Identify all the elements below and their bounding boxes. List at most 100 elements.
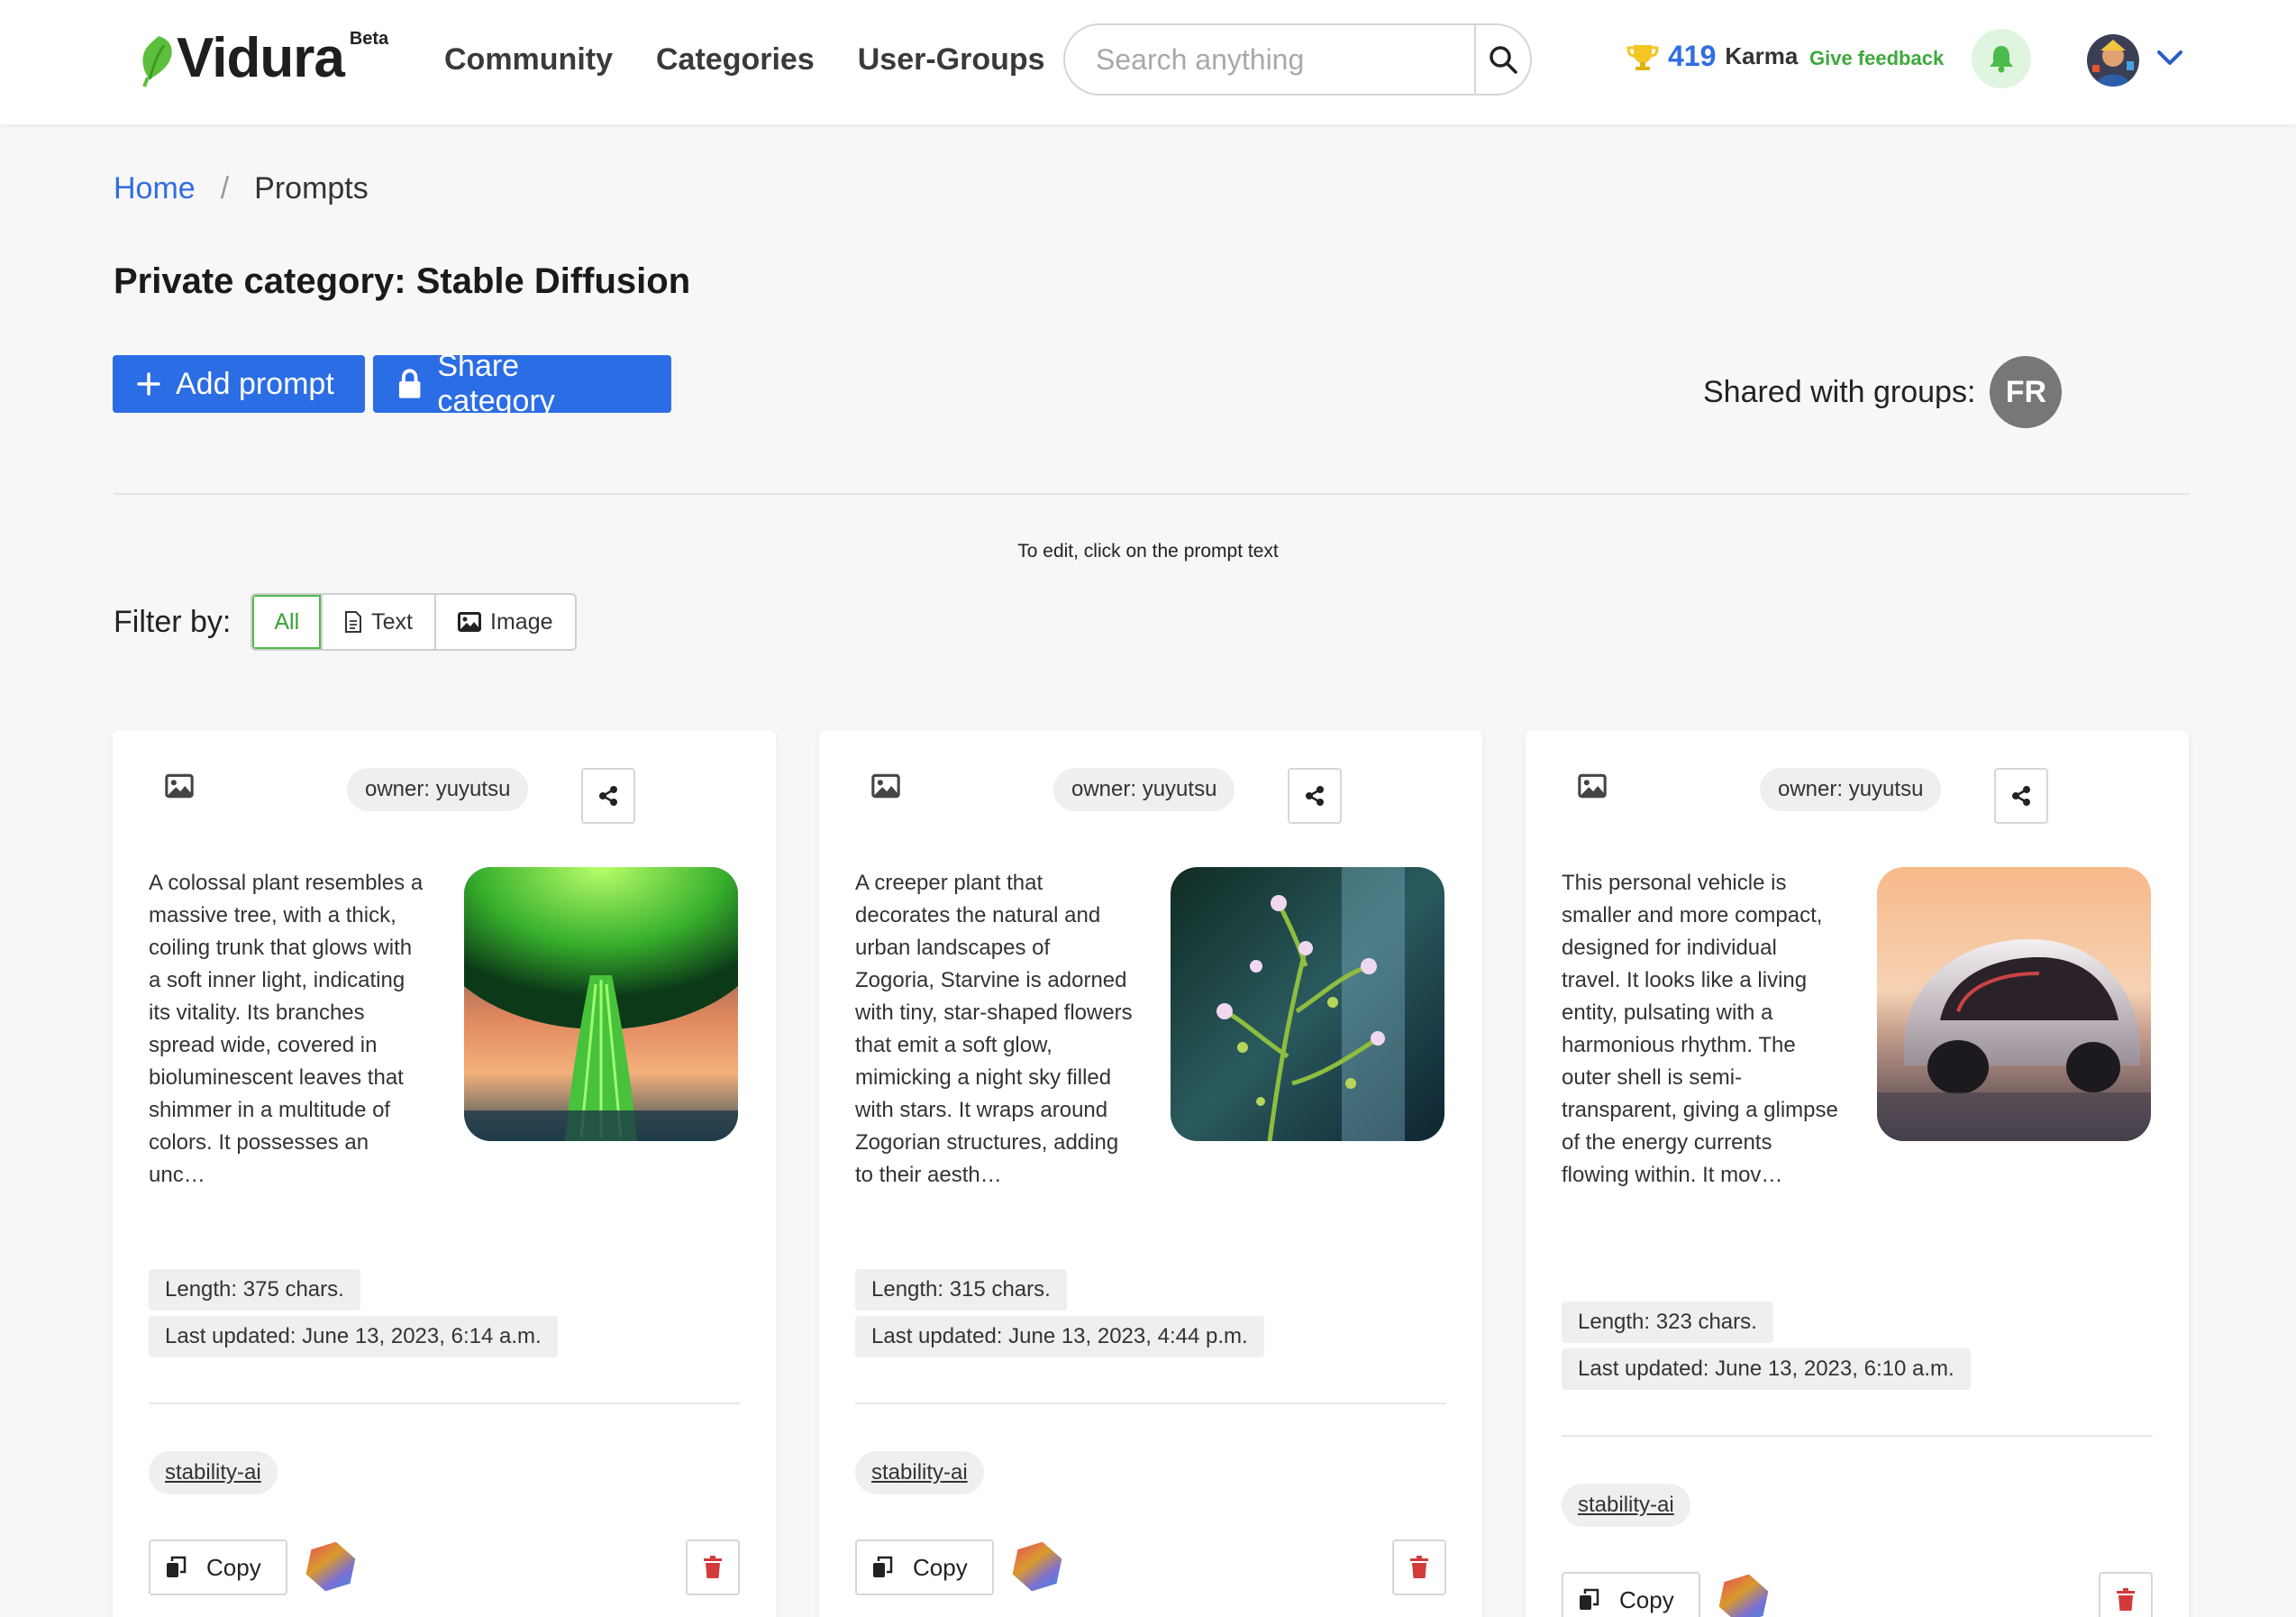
length-badge: Length: 375 chars.: [149, 1269, 360, 1311]
image-type-icon: [871, 773, 900, 799]
page-title: Private category: Stable Diffusion: [114, 261, 691, 301]
copy-button[interactable]: Copy: [1562, 1572, 1700, 1617]
delete-button[interactable]: [686, 1539, 740, 1595]
share-category-button[interactable]: Share category: [373, 349, 671, 418]
search-bar: [1063, 23, 1532, 96]
notifications-button[interactable]: [1972, 29, 2031, 88]
edit-hint: To edit, click on the prompt text: [1017, 541, 1279, 562]
trash-icon: [2117, 1588, 2135, 1611]
prompt-meta: Length: 315 chars. Last updated: June 13…: [855, 1269, 1264, 1357]
karma-value: 419: [1668, 40, 1717, 72]
owner-badge: owner: yuyutsu: [1053, 768, 1235, 811]
filter-text-label: Text: [371, 608, 414, 635]
prompt-text[interactable]: A creeper plant that decorates the natur…: [855, 867, 1134, 1192]
share-prompt-button[interactable]: [1288, 768, 1342, 824]
copy-label: Copy: [913, 1553, 968, 1581]
bell-icon: [1990, 46, 2013, 73]
updated-badge: Last updated: June 13, 2023, 6:10 a.m.: [1562, 1348, 1971, 1390]
prompt-card: owner: yuyutsu A colossal plant resemble…: [113, 730, 776, 1617]
tag-chip[interactable]: stability-ai: [149, 1451, 278, 1494]
chevron-down-icon[interactable]: [2155, 47, 2184, 69]
breadcrumb-current: Prompts: [254, 171, 369, 206]
filter-segmented-control: All Text Image: [251, 593, 577, 651]
owner-badge: owner: yuyutsu: [347, 768, 529, 811]
prompt-image[interactable]: [1171, 867, 1444, 1141]
filter-all[interactable]: All: [252, 595, 323, 649]
share-icon: [599, 786, 617, 806]
updated-badge: Last updated: June 13, 2023, 6:14 a.m.: [149, 1316, 558, 1357]
nav-categories[interactable]: Categories: [656, 38, 815, 81]
avatar-image: [2087, 34, 2139, 87]
starvine-flowers-image: [1171, 867, 1444, 1141]
prompt-text[interactable]: This personal vehicle is smaller and mor…: [1562, 867, 1841, 1192]
delete-button[interactable]: [1392, 1539, 1446, 1595]
top-navbar: Vidura Beta Community Categories User-Gr…: [0, 0, 2296, 124]
filter-text[interactable]: Text: [323, 595, 437, 649]
share-category-label: Share category: [437, 349, 555, 418]
shared-groups-label: Shared with groups:: [1703, 374, 1976, 409]
filter-label: Filter by:: [114, 604, 232, 639]
share-icon: [1306, 786, 1324, 806]
copy-button[interactable]: Copy: [855, 1539, 994, 1595]
breadcrumb-separator: /: [220, 171, 230, 206]
owner-badge: owner: yuyutsu: [1760, 768, 1942, 811]
share-icon: [2012, 786, 2030, 806]
copy-button[interactable]: Copy: [149, 1539, 287, 1595]
nav-user-groups[interactable]: User-Groups: [858, 38, 1045, 81]
prompt-image[interactable]: [1877, 867, 2151, 1141]
breadcrumb: Home / Prompts: [114, 171, 369, 206]
model-hexagon-icon[interactable]: [304, 1539, 358, 1594]
prompt-text[interactable]: A colossal plant resembles a massive tre…: [149, 867, 428, 1192]
filter-image-label: Image: [490, 608, 553, 635]
search-input[interactable]: [1065, 25, 1474, 94]
plus-icon: [137, 372, 160, 396]
breadcrumb-home[interactable]: Home: [114, 171, 196, 206]
length-badge: Length: 315 chars.: [855, 1269, 1067, 1311]
karma-display[interactable]: 419 Karma: [1626, 40, 1798, 73]
copy-icon: [1580, 1588, 1599, 1610]
image-type-icon: [165, 773, 194, 799]
divider: [114, 493, 2190, 495]
prompt-meta: Length: 375 chars. Last updated: June 13…: [149, 1269, 558, 1357]
karma-label: Karma: [1725, 42, 1799, 69]
filter-all-label: All: [274, 608, 300, 635]
share-prompt-button[interactable]: [1994, 768, 2048, 824]
copy-label: Copy: [1619, 1585, 1674, 1613]
user-avatar[interactable]: [2087, 34, 2139, 87]
card-divider: [149, 1402, 740, 1404]
model-hexagon-icon[interactable]: [1010, 1539, 1064, 1594]
nav-community[interactable]: Community: [444, 38, 613, 81]
tag-chip[interactable]: stability-ai: [1562, 1484, 1690, 1527]
document-icon: [345, 611, 362, 633]
logo[interactable]: Vidura Beta: [137, 29, 389, 88]
filter-image[interactable]: Image: [436, 595, 575, 649]
group-avatar[interactable]: FR: [1990, 356, 2063, 428]
prompt-card: owner: yuyutsu This personal vehicle is …: [1526, 730, 2189, 1617]
tag-chip[interactable]: stability-ai: [855, 1451, 984, 1494]
card-divider: [855, 1402, 1446, 1404]
lock-icon: [398, 369, 421, 398]
search-button[interactable]: [1474, 25, 1530, 94]
prompt-image[interactable]: [464, 867, 738, 1141]
add-prompt-button[interactable]: Add prompt: [113, 355, 365, 413]
trash-icon: [704, 1556, 722, 1578]
trash-icon: [1410, 1556, 1428, 1578]
trophy-icon: [1626, 44, 1659, 70]
image-type-icon: [1578, 773, 1607, 799]
length-badge: Length: 323 chars.: [1562, 1302, 1773, 1343]
glowing-tree-image: [464, 867, 738, 1141]
shared-groups: Shared with groups: FR: [1703, 356, 2063, 428]
search-icon: [1490, 46, 1517, 74]
card-divider: [1562, 1435, 2153, 1437]
prompt-meta: Length: 323 chars. Last updated: June 13…: [1562, 1302, 1971, 1390]
filter-bar: Filter by: All Text Image: [114, 593, 577, 651]
give-feedback-link[interactable]: Give feedback: [1809, 47, 1944, 70]
leaf-logo-icon: [142, 36, 172, 87]
beta-badge: Beta: [349, 29, 389, 49]
model-hexagon-icon[interactable]: [1717, 1572, 1771, 1617]
delete-button[interactable]: [2099, 1572, 2153, 1617]
futuristic-vehicle-image: [1877, 867, 2151, 1141]
image-icon: [458, 612, 482, 632]
copy-label: Copy: [206, 1553, 261, 1581]
share-prompt-button[interactable]: [581, 768, 635, 824]
